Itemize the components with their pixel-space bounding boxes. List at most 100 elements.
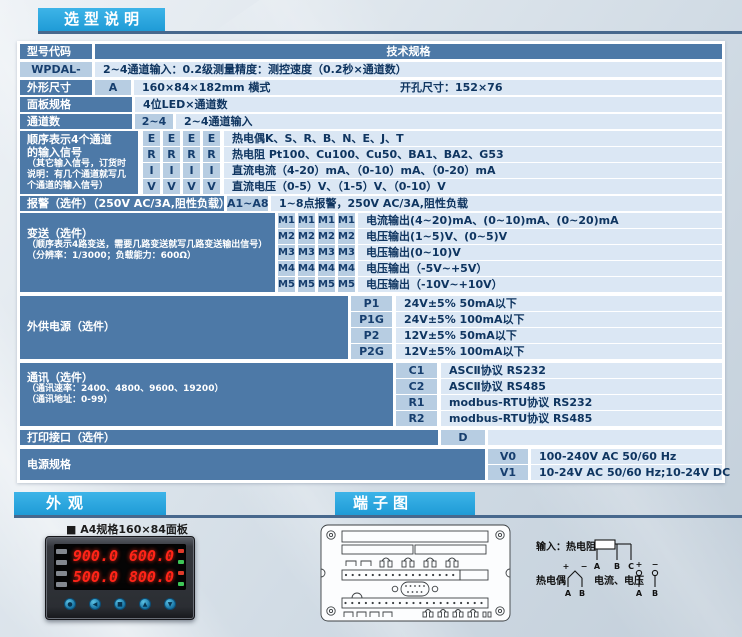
code-cell: R (183, 147, 200, 162)
input-signal-label: 顺序表示4个通道 的输入信号 （其它输入信号，订货时 说明：有几个通道就写几 个… (20, 131, 138, 194)
channel-badge (56, 560, 67, 565)
tab-terminal: 端子图 (335, 492, 475, 515)
channels-desc: 2~4通道输入 (176, 114, 722, 129)
code-cell: M3 (298, 245, 315, 260)
ext-power-desc: 24V±5% 100mA以下 (396, 312, 722, 327)
code-cell: C1 (396, 363, 437, 378)
terminal-letter: A (565, 589, 572, 598)
polarity-minus: − (652, 560, 659, 569)
alarm-indicator (178, 571, 184, 575)
code-cell: I (183, 163, 200, 178)
code-cell: M5 (338, 277, 355, 292)
code-cell: M3 (338, 245, 355, 260)
alarm-label: 报警（选件）（250V AC/3A,阻性负载） (20, 196, 224, 211)
current-voltage-minus-terminal (652, 570, 657, 575)
code-cell: E (143, 131, 160, 146)
status-indicator (178, 560, 184, 564)
code-cell: R1 (396, 395, 437, 410)
divider-bottom (14, 515, 742, 518)
up-button[interactable]: ▲ (139, 598, 151, 610)
terminal-letter: B (579, 589, 585, 598)
transmit-label: 变送（选件） （顺序表示4路变送，需要几路变送就写几路变送输出信号） （分辨率：… (20, 213, 275, 292)
button-row: ● ◀ ■ ▲ ▼ (46, 598, 194, 610)
code-cell: I (163, 163, 180, 178)
alarm-code-cell: A1~A8 (227, 196, 268, 211)
code-cell: R (203, 147, 220, 162)
code-cell: M5 (278, 277, 295, 292)
code-cell: V (183, 179, 200, 194)
ext-power-desc: 24V±5% 50mA以下 (396, 296, 722, 311)
status-indicator (178, 582, 184, 586)
code-cell: M3 (278, 245, 295, 260)
thermocouple-label: 热电偶 (536, 574, 566, 587)
divider-top (38, 31, 742, 34)
comm-desc: modbus-RTU协议 RS485 (441, 411, 722, 426)
print-desc (488, 430, 722, 445)
model-code-header: 型号代码 (20, 44, 92, 59)
dimension-size: 160×84×182mm 横式 (142, 81, 270, 94)
transmit-title: 变送（选件） (27, 227, 275, 240)
input-signal-desc: 热电偶K、S、R、B、N、E、J、T (224, 131, 722, 146)
input-signal-desc: 直流电压（0-5）V、（1-5）V、（0-10）V (224, 179, 722, 194)
thermocouple-symbol (568, 571, 582, 578)
comm-label: 通讯（选件） （通讯速率：2400、4800、9600、19200） （通讯地址… (20, 363, 393, 426)
code-cell: M2 (338, 229, 355, 244)
code-cell: V (203, 179, 220, 194)
tab-selection-guide: 选型说明 (38, 8, 165, 31)
code-cell: M2 (298, 229, 315, 244)
comm-note2: （通讯地址：0-99） (27, 395, 393, 406)
page: 选型说明 型号代码 技术规格 WPDAL- 2~4通道输入：0.2级测量精度：测… (0, 0, 742, 637)
code-cell: P2G (351, 344, 392, 359)
esc-button[interactable]: ■ (114, 598, 126, 610)
code-cell: M4 (278, 261, 295, 276)
code-cell: R (143, 147, 160, 162)
terminal-letter: A (636, 589, 643, 598)
polarity-plus: + (636, 560, 643, 569)
code-cell: M1 (318, 213, 335, 228)
input-signal-note3: 个通道的输入信号） (27, 181, 138, 192)
code-cell: E (183, 131, 200, 146)
code-cell: I (143, 163, 160, 178)
power-spec-label: 电源规格 (20, 449, 485, 480)
led-value-ch2: 600.0 (122, 547, 174, 565)
code-cell: M4 (338, 261, 355, 276)
input-signal-desc: 直流电流（4-20）mA、（0-10）mA、（0-20）mA (224, 163, 722, 178)
transmit-desc: 电压输出(0~10)V (358, 245, 722, 260)
code-cell: M4 (318, 261, 335, 276)
ext-power-desc: 12V±5% 50mA以下 (396, 328, 722, 343)
code-cell: V0 (488, 449, 528, 464)
comm-desc: ASCⅡ协议 RS485 (441, 379, 722, 394)
terminal-letter: A (594, 562, 601, 571)
power-spec-title: 电源规格 (27, 458, 485, 471)
code-cell: P1G (351, 312, 392, 327)
code-cell: M5 (298, 277, 315, 292)
code-cell: I (203, 163, 220, 178)
down-button[interactable]: ▼ (164, 598, 176, 610)
panel-caption: ■ A4规格160×84面板 (66, 521, 188, 537)
print-label: 打印接口（选件） (20, 430, 438, 445)
comm-desc: modbus-RTU协议 RS232 (441, 395, 722, 410)
channel-badge (56, 549, 67, 554)
alarm-indicator (178, 549, 184, 553)
input-signal-line2: 的输入信号 (27, 146, 138, 159)
terminal-diagram (318, 520, 513, 625)
print-code-cell: D (441, 430, 485, 445)
led-screen: 900.0 600.0 500.0 800.0 (54, 544, 186, 590)
code-cell: E (163, 131, 180, 146)
channels-label: 通道数 (20, 114, 132, 129)
shift-left-button[interactable]: ◀ (89, 598, 101, 610)
panel-desc: 4位LED×通道数 (135, 97, 722, 112)
tab-terminal-label: 端子图 (353, 494, 413, 512)
dimension-code-cell: A (95, 80, 131, 95)
channels-code-cell: 2~4 (135, 114, 173, 129)
polarity-minus: − (581, 562, 588, 571)
set-button[interactable]: ● (64, 598, 76, 610)
ext-power-label: 外供电源（选件） (20, 296, 348, 359)
terminal-letter: B (614, 562, 620, 571)
power-desc: 10-24V AC 50/60 Hz;10-24V DC (531, 465, 722, 480)
current-voltage-plus-terminal (636, 570, 641, 575)
transmit-desc: 电流输出(4~20)mA、(0~10)mA、(0~20)mA (358, 213, 722, 228)
model-desc: 2~4通道输入：0.2级测量精度：测控速度（0.2秒×通道数） (95, 62, 722, 77)
terminal-letter: B (652, 589, 658, 598)
code-cell: R (163, 147, 180, 162)
